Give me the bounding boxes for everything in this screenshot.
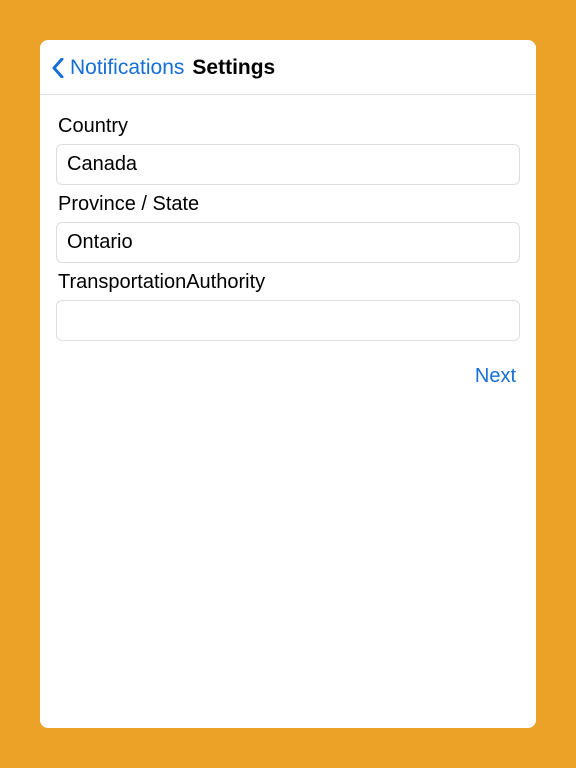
country-input[interactable]	[56, 144, 520, 185]
nav-header: Notifications Settings	[40, 40, 536, 95]
country-group: Country	[56, 113, 520, 185]
back-button-label[interactable]: Notifications	[70, 56, 184, 80]
country-label: Country	[56, 113, 520, 144]
back-chevron-icon[interactable]	[52, 58, 66, 78]
settings-card: Notifications Settings Country Province …	[40, 40, 536, 728]
form-area: Country Province / State TransportationA…	[40, 95, 536, 388]
authority-input[interactable]	[56, 300, 520, 341]
province-input[interactable]	[56, 222, 520, 263]
authority-label: TransportationAuthority	[56, 269, 520, 300]
province-group: Province / State	[56, 191, 520, 263]
next-row: Next	[56, 347, 520, 388]
next-button[interactable]: Next	[475, 365, 516, 387]
page-title: Settings	[192, 56, 275, 80]
authority-group: TransportationAuthority	[56, 269, 520, 341]
province-label: Province / State	[56, 191, 520, 222]
